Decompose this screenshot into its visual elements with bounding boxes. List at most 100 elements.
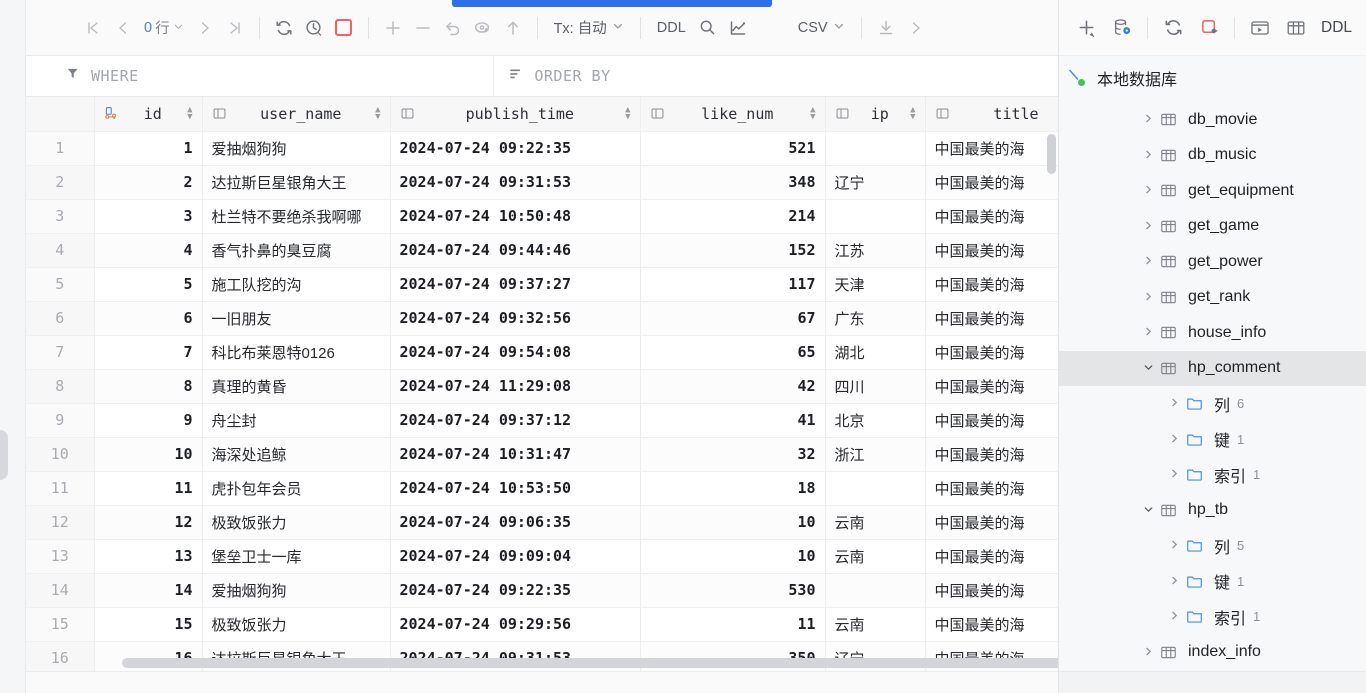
sidebar-ddl-button[interactable]: DDL — [1315, 19, 1358, 37]
cell-publish_time[interactable]: 2024-07-24 10:53:50 — [390, 471, 641, 506]
cell-publish_time[interactable]: 2024-07-24 09:31:53 — [390, 165, 641, 200]
table-row[interactable]: 3 3 杜兰特不要绝杀我啊哪 2024-07-24 10:50:48 214 中国最美的海 — [26, 199, 1058, 234]
cell-ip[interactable]: 四川 — [825, 369, 926, 404]
cell-user_name[interactable]: 爱抽烟狗狗 — [202, 131, 391, 166]
cell-publish_time[interactable]: 2024-07-24 09:06:35 — [390, 505, 641, 540]
tree-item-get_power[interactable]: get_power — [1059, 244, 1366, 280]
cell-id[interactable]: 2 — [94, 165, 203, 200]
chevron-right-icon[interactable] — [1163, 609, 1185, 624]
cell-title[interactable]: 中国最美的海 — [925, 471, 1058, 506]
cell-id[interactable]: 14 — [94, 573, 203, 608]
horizontal-scrollbar[interactable] — [94, 658, 1058, 669]
transaction-mode-selector[interactable]: Tx: 自动 — [547, 13, 631, 43]
cell-id[interactable]: 10 — [94, 437, 203, 472]
cell-user_name[interactable]: 香气扑鼻的臭豆腐 — [202, 233, 391, 268]
horizontal-scrollbar-thumb[interactable] — [122, 658, 1058, 668]
cell-ip[interactable]: 浙江 — [825, 437, 926, 472]
cell-like_num[interactable]: 10 — [640, 539, 826, 574]
tree-item-列[interactable]: 列5 — [1059, 528, 1366, 564]
table-row[interactable]: 15 15 极致饭张力 2024-07-24 09:29:56 11 云南 中国最美的海 — [26, 607, 1058, 642]
search-icon[interactable] — [693, 13, 723, 43]
stop-connection-icon[interactable] — [1192, 13, 1226, 43]
cell-ip[interactable]: 云南 — [825, 607, 926, 642]
table-row[interactable]: 14 14 爱抽烟狗狗 2024-07-24 09:22:35 530 中国最美的海 — [26, 573, 1058, 608]
chevron-down-icon[interactable] — [1137, 503, 1159, 518]
cell-publish_time[interactable]: 2024-07-24 09:54:08 — [390, 335, 641, 370]
table-row[interactable]: 12 12 极致饭张力 2024-07-24 09:06:35 10 云南 中国最美的海 — [26, 505, 1058, 540]
sort-toggle-icon[interactable]: ▲ ▼ — [375, 105, 380, 121]
console-icon[interactable] — [1243, 13, 1277, 43]
cell-title[interactable]: 中国最美的海 — [925, 165, 1058, 200]
cell-id[interactable]: 4 — [94, 233, 203, 268]
table-row[interactable]: 10 10 海深处追鲸 2024-07-24 10:31:47 32 浙江 中国最美的海 — [26, 437, 1058, 472]
cell-publish_time[interactable]: 2024-07-24 09:22:35 — [390, 131, 641, 166]
chevron-down-icon[interactable] — [1137, 361, 1159, 376]
cell-user_name[interactable]: 真理的黄昏 — [202, 369, 391, 404]
cell-like_num[interactable]: 18 — [640, 471, 826, 506]
refresh-icon[interactable] — [269, 13, 299, 43]
cell-publish_time[interactable]: 2024-07-24 09:09:04 — [390, 539, 641, 574]
cell-user_name[interactable]: 堡垒卫士一库 — [202, 539, 391, 574]
vertical-scrollbar-thumb[interactable] — [1047, 134, 1056, 174]
cell-id[interactable]: 3 — [94, 199, 203, 234]
tree-item-get_equipment[interactable]: get_equipment — [1059, 173, 1366, 209]
cell-like_num[interactable]: 530 — [640, 573, 826, 608]
cell-publish_time[interactable]: 2024-07-24 09:29:56 — [390, 607, 641, 642]
cell-id[interactable]: 1 — [94, 131, 203, 166]
chevron-right-icon[interactable] — [1163, 467, 1185, 482]
tree-item-键[interactable]: 键1 — [1059, 422, 1366, 458]
cell-ip[interactable] — [825, 131, 926, 166]
chevron-right-icon[interactable] — [1137, 290, 1159, 305]
cell-like_num[interactable]: 67 — [640, 301, 826, 336]
chevron-right-icon[interactable] — [1137, 219, 1159, 234]
cell-like_num[interactable]: 41 — [640, 403, 826, 438]
chevron-right-icon[interactable] — [1137, 148, 1159, 163]
history-clock-icon[interactable] — [299, 13, 329, 43]
cell-publish_time[interactable]: 2024-07-24 09:44:46 — [390, 233, 641, 268]
tree-item-db_music[interactable]: db_music — [1059, 138, 1366, 174]
cell-user_name[interactable]: 极致饭张力 — [202, 505, 391, 540]
cell-title[interactable]: 中国最美的海 — [925, 267, 1058, 302]
cell-ip[interactable]: 湖北 — [825, 335, 926, 370]
cell-id[interactable]: 15 — [94, 607, 203, 642]
stop-icon[interactable] — [329, 13, 359, 43]
row-count-selector[interactable]: 0行 — [138, 17, 190, 38]
cell-title[interactable]: 中国最美的海 — [925, 539, 1058, 574]
cell-ip[interactable]: 辽宁 — [825, 165, 926, 200]
export-download-icon[interactable] — [871, 13, 901, 43]
cell-publish_time[interactable]: 2024-07-24 10:31:47 — [390, 437, 641, 472]
sort-toggle-icon[interactable]: ▲ ▼ — [187, 105, 192, 121]
column-header-publish_time[interactable]: publish_time ▲ ▼ — [390, 97, 641, 132]
cell-like_num[interactable]: 152 — [640, 233, 826, 268]
table-icon[interactable] — [1279, 13, 1313, 43]
cell-publish_time[interactable]: 2024-07-24 10:50:48 — [390, 199, 641, 234]
chevron-right-icon[interactable] — [1163, 432, 1185, 447]
submit-changes-icon[interactable] — [468, 13, 498, 43]
cell-like_num[interactable]: 521 — [640, 131, 826, 166]
cell-ip[interactable]: 云南 — [825, 505, 926, 540]
sort-toggle-icon[interactable]: ▲ ▼ — [910, 105, 915, 121]
chevron-right-icon[interactable] — [1163, 574, 1185, 589]
column-header-like_num[interactable]: like_num ▲ ▼ — [640, 97, 826, 132]
cell-like_num[interactable]: 117 — [640, 267, 826, 302]
cell-user_name[interactable]: 达拉斯巨星银角大王 — [202, 165, 391, 200]
cell-title[interactable]: 中国最美的海 — [925, 403, 1058, 438]
table-row[interactable]: 11 11 虎扑包年会员 2024-07-24 10:53:50 18 中国最美的海 — [26, 471, 1058, 506]
table-row[interactable]: 5 5 施工队挖的沟 2024-07-24 09:37:27 117 天津 中国最美的海 — [26, 267, 1058, 302]
cell-title[interactable]: 中国最美的海 — [925, 233, 1058, 268]
cell-publish_time[interactable]: 2024-07-24 09:32:56 — [390, 301, 641, 336]
cell-title[interactable]: 中国最美的海 — [925, 437, 1058, 472]
sort-toggle-icon[interactable]: ▲ ▼ — [810, 105, 815, 121]
chevron-right-icon[interactable] — [1163, 538, 1185, 553]
data-grid[interactable]: id ▲ ▼ user_name ▲ ▼ publish_time ▲ ▼ li… — [26, 97, 1058, 693]
tree-item-house_info[interactable]: house_info — [1059, 315, 1366, 351]
tree-item-索引[interactable]: 索引 1 — [1059, 457, 1366, 493]
ddl-button[interactable]: DDL — [650, 13, 693, 43]
tree-item-索引[interactable]: 索引 1 — [1059, 599, 1366, 635]
cell-user_name[interactable]: 舟尘封 — [202, 403, 391, 438]
upload-icon[interactable] — [498, 13, 528, 43]
table-row[interactable]: 2 2 达拉斯巨星银角大王 2024-07-24 09:31:53 348 辽宁 中国最美的… — [26, 165, 1058, 200]
cell-like_num[interactable]: 348 — [640, 165, 826, 200]
column-header-user_name[interactable]: user_name ▲ ▼ — [202, 97, 391, 132]
cell-user_name[interactable]: 海深处追鲸 — [202, 437, 391, 472]
